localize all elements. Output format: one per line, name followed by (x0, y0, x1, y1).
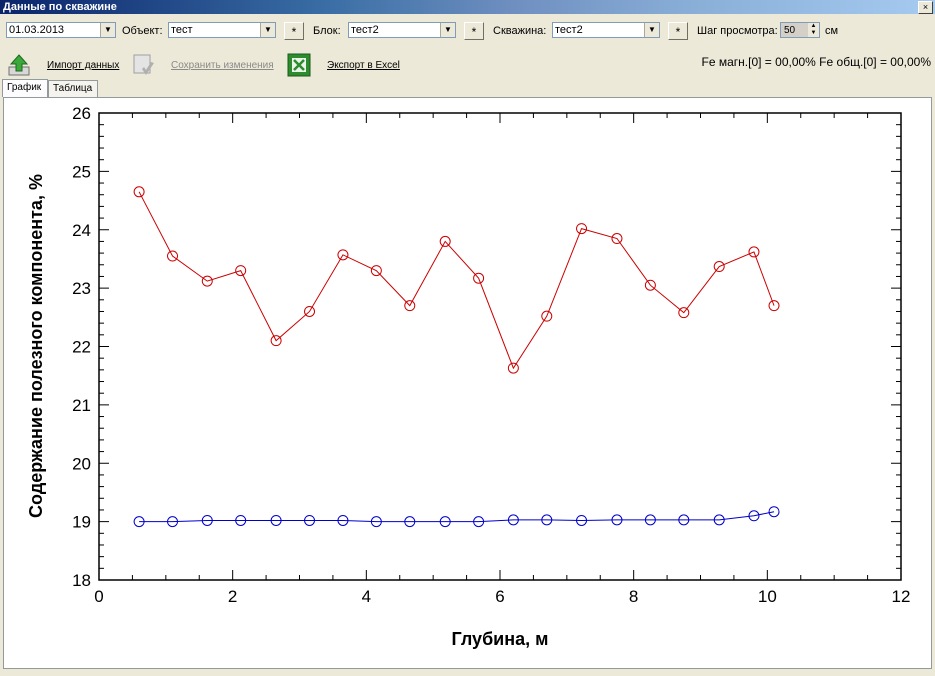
tab-table[interactable]: Таблица (48, 80, 98, 97)
excel-icon[interactable] (287, 53, 311, 77)
import-data-link[interactable]: Импорт данных (47, 59, 119, 72)
x-tick-label: 10 (758, 587, 777, 606)
spin-down-icon[interactable]: ▼ (808, 30, 819, 37)
block-value: тест2 (351, 24, 379, 36)
block-label: Блок: (313, 25, 341, 37)
y-tick-label: 26 (72, 104, 91, 123)
block-star-button[interactable]: * (464, 22, 484, 40)
import-icon[interactable] (7, 53, 31, 77)
step-value: 50 (784, 25, 796, 36)
well-label: Скважина: (493, 25, 547, 37)
chevron-down-icon[interactable]: ▼ (100, 23, 115, 37)
object-select[interactable]: тест ▼ (168, 22, 276, 38)
chart: 0 2 4 6 8 10 12 181920212223242526 Глубина, м … (26, 104, 911, 649)
y-tick-label: 19 (72, 513, 91, 532)
x-tick-label: 8 (629, 587, 638, 606)
x-tick-label: 12 (892, 587, 911, 606)
export-excel-link[interactable]: Экспорт в Excel (327, 59, 400, 72)
chevron-down-icon[interactable]: ▼ (440, 23, 455, 37)
y-tick-label: 25 (72, 162, 91, 181)
well-star-button[interactable]: * (668, 22, 688, 40)
x-tick-label: 0 (94, 587, 103, 606)
step-unit: см (825, 25, 839, 37)
step-stepper[interactable]: 50 ▲ ▼ (780, 22, 820, 38)
save-icon[interactable] (132, 53, 156, 77)
object-label: Объект: (122, 25, 163, 37)
plot-frame (98, 112, 902, 581)
save-changes-link[interactable]: Сохранить изменения (171, 59, 274, 72)
chevron-down-icon[interactable]: ▼ (260, 23, 275, 37)
x-tick-label: 4 (362, 587, 371, 606)
well-value: тест2 (555, 24, 583, 36)
y-tick-label: 22 (72, 338, 91, 357)
x-tick-label: 2 (228, 587, 237, 606)
x-axis-label: Глубина, м (452, 629, 549, 649)
data-point (133, 186, 145, 198)
date-value: 01.03.2013 (9, 24, 65, 36)
y-tick-label: 20 (72, 454, 91, 473)
y-axis-label: Содержание полезного компонента, % (26, 174, 46, 518)
y-tick-label: 21 (72, 396, 91, 415)
block-select[interactable]: тест2 ▼ (348, 22, 456, 38)
chevron-down-icon[interactable]: ▼ (644, 23, 659, 37)
y-tick-label: 18 (72, 571, 91, 590)
window-title: Данные по скважине (3, 1, 117, 13)
object-value: тест (171, 24, 193, 36)
spin-up-icon[interactable]: ▲ (808, 23, 819, 30)
object-star-button[interactable]: * (284, 22, 304, 40)
y-tick-label: 23 (72, 279, 91, 298)
data-point (768, 300, 780, 312)
title-bar: Данные по скважине × (0, 0, 935, 14)
close-button[interactable]: × (918, 1, 933, 14)
step-label: Шаг просмотра: (697, 25, 778, 37)
x-tick-label: 6 (495, 587, 504, 606)
well-select[interactable]: тест2 ▼ (552, 22, 660, 38)
date-picker[interactable]: 01.03.2013 ▼ (6, 22, 116, 38)
series-line-1 (138, 191, 775, 370)
y-tick-label: 24 (72, 221, 91, 240)
status-readout: Fe магн.[0] = 00,00% Fe общ.[0] = 00,00% (701, 55, 931, 69)
tab-chart[interactable]: График (2, 79, 48, 97)
chart-panel: 0 2 4 6 8 10 12 18 19 20 21 22 23 24 25 26 Глубина, м … (3, 97, 932, 669)
